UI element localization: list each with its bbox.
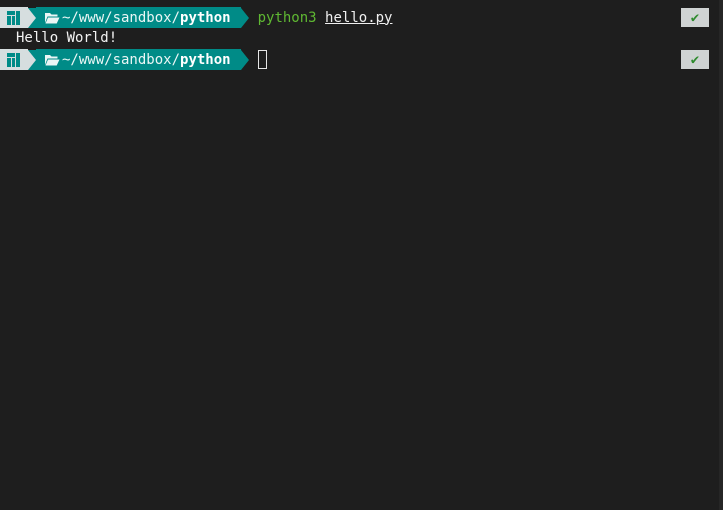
folder-open-icon xyxy=(45,12,60,23)
command-argument: hello.py xyxy=(325,9,393,26)
path-segment: ~/www/sandbox/python xyxy=(36,49,241,70)
path-segment-separator xyxy=(240,7,249,28)
path-segment: ~/www/sandbox/python xyxy=(36,7,241,28)
path-prefix: ~/www/sandbox/ xyxy=(62,51,181,68)
command-output: Hello World! xyxy=(16,30,118,46)
os-segment xyxy=(0,49,28,70)
checkmark-icon: ✔ xyxy=(690,51,700,68)
manjaro-logo-icon xyxy=(7,10,20,25)
command-name: python3 xyxy=(257,9,317,26)
path-current-dir: python xyxy=(180,51,231,68)
terminal-window[interactable]: ~/www/sandbox/python python3 hello.py ✔ … xyxy=(0,0,723,510)
path-current-dir: python xyxy=(180,9,231,26)
prompt-line-1: ~/www/sandbox/python python3 hello.py ✔ xyxy=(0,7,723,28)
path-prefix: ~/www/sandbox/ xyxy=(62,9,181,26)
checkmark-icon: ✔ xyxy=(690,9,700,26)
os-segment-separator xyxy=(28,49,36,70)
prompt-line-2: ~/www/sandbox/python ✔ xyxy=(0,49,723,70)
folder-open-icon xyxy=(45,54,60,65)
manjaro-logo-icon xyxy=(7,52,20,67)
status-ok-badge: ✔ xyxy=(681,8,709,27)
text-cursor[interactable] xyxy=(257,50,267,69)
os-segment xyxy=(0,7,28,28)
status-ok-badge: ✔ xyxy=(681,50,709,69)
command-text: python3 hello.py xyxy=(258,10,393,26)
os-segment-separator xyxy=(28,7,36,28)
scrollbar[interactable] xyxy=(719,0,723,510)
path-segment-separator xyxy=(240,49,249,70)
